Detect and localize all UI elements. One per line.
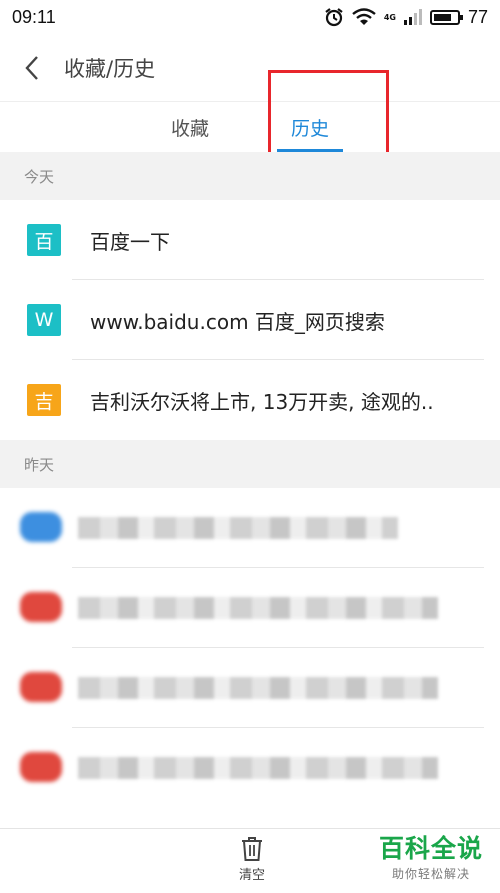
history-item-blurred[interactable] [0,568,500,648]
watermark: 百科全说 助你轻松解决 [373,835,489,882]
history-item-title: 百度一下 [90,229,170,254]
history-item-blurred[interactable] [0,488,500,568]
history-item-blurred[interactable] [0,648,500,728]
tab-bar: 收藏 历史 [0,102,500,152]
site-favicon: W [27,304,61,336]
signal-icon [403,9,422,25]
watermark-title: 百科全说 [378,834,483,863]
alarm-icon [325,8,343,27]
watermark-subtitle: 助你轻松解决 [391,867,470,881]
battery-icon [429,9,463,25]
blurred-favicon [20,752,62,782]
blurred-title [78,757,438,779]
history-item-title: 吉利沃尔沃将上市, 13万开卖, 途观的.. [90,389,434,414]
blurred-favicon [20,592,62,622]
battery-fill [433,13,451,21]
clear-button[interactable]: 清空 [232,837,272,889]
blurred-favicon [20,672,62,702]
blurred-favicon [20,512,62,542]
blurred-title [78,677,438,699]
page-title: 收藏/历史 [64,56,156,81]
history-item[interactable]: W www.baidu.com 百度_网页搜索 [0,280,500,360]
site-favicon: 吉 [27,384,61,416]
tab-favorites[interactable]: 收藏 [169,102,211,152]
clear-label: 清空 [238,868,265,883]
tab-history[interactable]: 历史 [276,102,344,152]
back-button[interactable] [0,34,64,102]
history-item[interactable]: 吉 吉利沃尔沃将上市, 13万开卖, 途观的.. [0,360,500,440]
section-header-today: 今天 [0,152,500,200]
blurred-title [78,517,398,539]
network-type-label: 4G [383,12,396,22]
status-time: 09:11 [12,6,56,27]
history-item[interactable]: 百 百度一下 [0,200,500,280]
status-icons: 4G 77 [324,7,488,28]
site-favicon: 百 [27,224,61,256]
trash-icon [242,837,262,861]
wifi-icon [352,8,376,25]
history-item-blurred[interactable] [0,728,500,808]
history-item-title: www.baidu.com 百度_网页搜索 [90,309,385,334]
battery-percent: 77 [467,6,488,27]
blurred-title [78,597,438,619]
chevron-left-icon [25,55,38,80]
top-bar: 收藏/历史 [0,34,500,102]
status-bar: 09:11 4G 77 [0,0,500,34]
section-header-yesterday: 昨天 [0,440,500,488]
